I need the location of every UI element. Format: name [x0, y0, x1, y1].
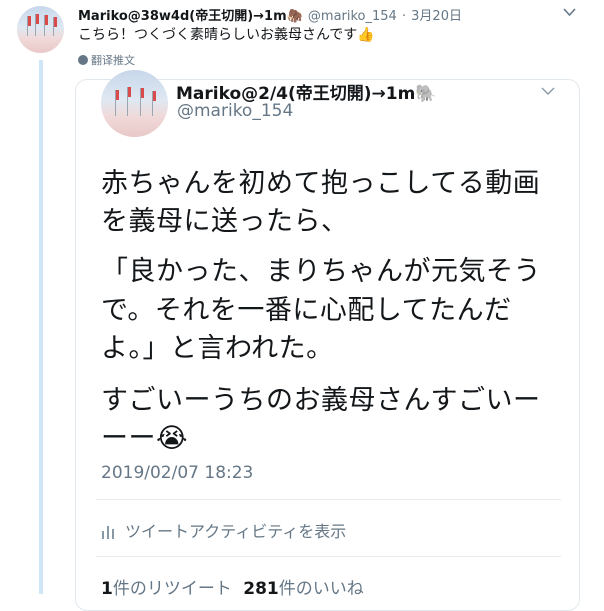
quoted-handle[interactable]: @mariko_154 — [177, 101, 293, 121]
elephant-icon: 🦣 — [286, 9, 303, 24]
quoted-avatar[interactable] — [101, 70, 168, 137]
quoted-text-line: 赤ちゃんを初めて抱っこしてる動画 — [101, 168, 541, 199]
quoted-text-line: を義母に送ったら、 — [101, 206, 349, 237]
quoted-text-line: ーー — [101, 423, 156, 454]
translate-tweet-link[interactable]: 翻译推文 — [78, 52, 135, 68]
outer-avatar[interactable] — [17, 6, 64, 53]
retweet-count: 1 — [101, 579, 113, 599]
quoted-text-last-line: ーー😭 — [101, 416, 188, 455]
divider — [96, 499, 561, 500]
quoted-more-chevron-icon[interactable] — [541, 85, 555, 99]
like-stat[interactable]: 281件のいいね — [243, 579, 364, 599]
outer-date-link[interactable]: 3月20日 — [411, 9, 462, 24]
outer-tweet-header: Mariko@38w4d(帝王切開)→1m🦣 @mariko_154 · 3月2… — [78, 5, 594, 25]
quoted-text-line: よ。」と言われた。 — [101, 333, 334, 364]
retweet-label: 件のリツイート — [112, 579, 232, 599]
outer-display-name[interactable]: Mariko@38w4d(帝王切開)→1m — [78, 9, 287, 24]
bar-chart-icon — [101, 523, 115, 543]
activity-label: ツイートアクティビティを表示 — [125, 522, 347, 541]
engagement-stats: 1件のリツイート 281件のいいね — [101, 574, 364, 599]
quoted-text-line: すごいーうちのお義母さんすごいー — [101, 385, 541, 416]
outer-more-chevron-icon[interactable] — [563, 6, 576, 20]
retweet-stat[interactable]: 1件のリツイート — [101, 579, 232, 599]
thumbs-up-icon: 👍 — [357, 27, 375, 43]
dot-separator: · — [401, 9, 407, 24]
crying-face-icon: 😭 — [156, 423, 189, 454]
elephant-icon: 🐘 — [415, 84, 437, 104]
tweet-activity-link[interactable]: ツイートアクティビティを表示 — [101, 518, 346, 543]
quoted-text-line: 「良かった、まりちゃんが元気そう — [101, 256, 541, 287]
translate-label: 翻译推文 — [91, 54, 135, 67]
globe-icon — [78, 55, 88, 65]
divider — [96, 556, 561, 557]
outer-tweet-body: こちら！つくづく素晴らしいお義母さんです — [78, 27, 358, 43]
like-count: 281 — [243, 579, 279, 599]
like-label: 件のいいね — [278, 579, 364, 599]
quoted-text-line: で。それを一番に心配してたんだ — [101, 295, 512, 326]
outer-tweet-text: こちら！つくづく素晴らしいお義母さんです👍 — [78, 24, 375, 44]
thread-line — [39, 60, 43, 594]
outer-handle[interactable]: @mariko_154 — [308, 9, 397, 24]
quoted-timestamp[interactable]: 2019/02/07 18:23 — [101, 463, 253, 483]
